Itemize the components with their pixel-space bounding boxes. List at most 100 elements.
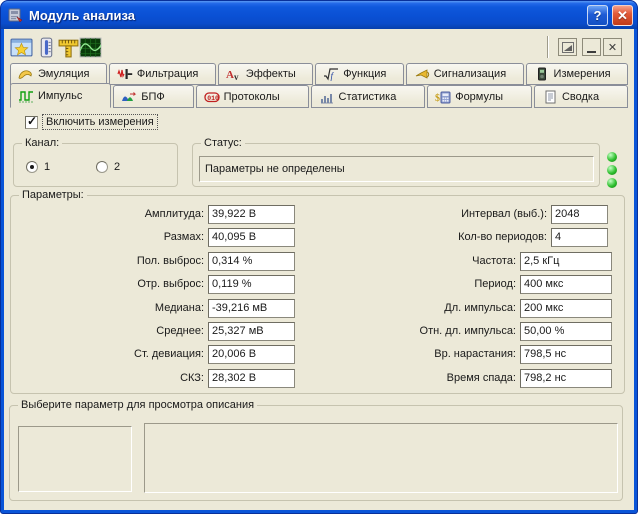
- param-label: Отн. дл. импульса:: [365, 325, 516, 337]
- tab-formulas[interactable]: $ Формулы: [427, 85, 532, 108]
- tab-measurements[interactable]: Измерения: [526, 63, 628, 85]
- description-group-title: Выберите параметр для просмотра описания: [18, 399, 257, 411]
- function-icon: f: [323, 67, 339, 81]
- svg-text:010: 010: [207, 95, 219, 102]
- param-label: Ст. девиация:: [15, 348, 204, 360]
- param-row-duty-cycle: Отн. дл. импульса: 50,00 %: [365, 321, 612, 341]
- param-value-field[interactable]: 4: [551, 228, 608, 247]
- tab-statistics[interactable]: Статистика: [311, 85, 426, 108]
- tab-signaling[interactable]: Сигнализация: [406, 63, 524, 85]
- param-row-interval: Интервал (выб.):2048: [365, 204, 608, 224]
- channel-group: Канал: 1 2: [13, 143, 178, 187]
- fft-icon: [121, 90, 137, 104]
- enable-measurements-checkbox[interactable]: ✓ Включить измерения: [25, 115, 157, 129]
- status-group: Статус: Параметры не определены: [192, 143, 600, 187]
- channel-2-radio[interactable]: 2: [96, 161, 120, 173]
- toolbar: ✕: [4, 29, 634, 62]
- svg-text:A: A: [226, 69, 234, 81]
- param-value-field[interactable]: 2,5 кГц: [520, 252, 612, 271]
- param-row-rms: СКЗ: 28,302 В: [15, 368, 295, 388]
- close-panel-button[interactable]: ✕: [603, 38, 622, 56]
- param-value-field[interactable]: 0,119 %: [208, 275, 295, 294]
- param-value-field[interactable]: 798,2 нс: [520, 369, 612, 388]
- description-group: Выберите параметр для просмотра описания: [9, 405, 623, 501]
- checkbox-label[interactable]: Включить измерения: [43, 115, 157, 129]
- minimize-button[interactable]: [582, 38, 601, 56]
- param-label: Дл. импульса:: [365, 302, 516, 314]
- close-button[interactable]: ✕: [612, 5, 633, 26]
- channel-1-radio[interactable]: 1: [26, 161, 50, 173]
- tab-label: Сигнализация: [434, 68, 506, 80]
- tab-summary[interactable]: Сводка: [534, 85, 628, 108]
- tab-strip: Эмуляция Фильтрация Av Эффекты f Функция…: [10, 63, 628, 108]
- oscilloscope-icon[interactable]: [79, 37, 102, 58]
- param-value-field[interactable]: 0,314 %: [208, 252, 295, 271]
- tab-row-1: Эмуляция Фильтрация Av Эффекты f Функция…: [10, 63, 628, 85]
- tab-effects[interactable]: Av Эффекты: [218, 63, 313, 85]
- titlebar[interactable]: Модуль анализа ? ✕: [1, 1, 637, 29]
- param-row-median: Медиана:-39,216 мВ: [15, 298, 295, 318]
- tab-filtration[interactable]: Фильтрация: [109, 63, 216, 85]
- filtration-icon: [117, 67, 133, 81]
- parameter-list-panel: [18, 426, 132, 492]
- radio-icon[interactable]: [96, 161, 108, 173]
- param-label: Частота:: [365, 255, 516, 267]
- param-row-period: Период: 400 мкс: [365, 274, 612, 294]
- param-row-pos-overshoot: Пол. выброс: 0,314 %: [15, 251, 295, 271]
- status-group-title: Статус:: [201, 137, 245, 149]
- analysis-module-window: Модуль анализа ? ✕ ✕: [0, 0, 638, 514]
- check-icon: ✓: [27, 114, 37, 128]
- param-value-field[interactable]: 20,006 В: [208, 345, 295, 364]
- tab-label: Эффекты: [246, 68, 296, 80]
- param-value-field[interactable]: 28,302 В: [208, 369, 295, 388]
- pulse-icon: [18, 89, 34, 103]
- param-value-field[interactable]: 400 мкс: [520, 275, 612, 294]
- param-value-field[interactable]: 50,00 %: [520, 322, 612, 341]
- parameters-group: Параметры: Амплитуда:39,922 В Размах:40,…: [10, 195, 625, 394]
- tab-emulation[interactable]: Эмуляция: [10, 63, 107, 85]
- signaling-icon: [414, 67, 430, 81]
- tab-fft[interactable]: БПФ: [113, 85, 193, 108]
- param-label: СКЗ:: [15, 372, 204, 384]
- radio-icon[interactable]: [26, 161, 38, 173]
- param-value-field[interactable]: 798,5 нс: [520, 345, 612, 364]
- param-label: Период:: [365, 278, 516, 290]
- param-label: Вр. нарастания:: [365, 348, 516, 360]
- svg-text:v: v: [234, 72, 239, 81]
- param-value-field[interactable]: 200 мкс: [520, 299, 612, 318]
- param-label: Время спада:: [365, 372, 516, 384]
- param-label: Среднее:: [15, 325, 204, 337]
- status-led-3: [607, 178, 617, 188]
- tab-label: Эмуляция: [38, 68, 90, 80]
- param-label: Пол. выброс:: [15, 255, 204, 267]
- param-row-frequency: Частота: 2,5 кГц: [365, 251, 612, 271]
- app-icon: [8, 7, 24, 23]
- client-area: ✕ Эмуляция Фильтрация Av Эффекты f: [4, 29, 634, 510]
- status-led-1: [607, 152, 617, 162]
- param-label: Отр. выброс:: [15, 278, 204, 290]
- statistics-icon: [319, 90, 335, 104]
- param-value-field[interactable]: 25,327 мВ: [208, 322, 295, 341]
- checkbox-box[interactable]: ✓: [25, 116, 38, 129]
- chart-button[interactable]: [558, 38, 577, 56]
- param-row-period-count: Кол-во периодов:4: [365, 227, 608, 247]
- param-value-field[interactable]: 39,922 В: [208, 205, 295, 224]
- param-row-std-deviation: Ст. девиация: 20,006 В: [15, 344, 295, 364]
- tab-impulse[interactable]: Импульс: [10, 83, 111, 108]
- param-value-field[interactable]: -39,216 мВ: [208, 299, 295, 318]
- param-value-field[interactable]: 40,095 В: [208, 228, 295, 247]
- emulation-icon: [18, 67, 34, 81]
- ruler-icon[interactable]: [57, 37, 80, 58]
- radio-label: 1: [44, 161, 50, 173]
- favorites-window-icon[interactable]: [10, 37, 33, 58]
- measurements-icon: [534, 67, 550, 81]
- tab-protocols[interactable]: 010 Протоколы: [196, 85, 309, 108]
- gauge-icon[interactable]: [35, 37, 58, 58]
- minimize-icon: [587, 51, 596, 53]
- param-value-field[interactable]: 2048: [551, 205, 608, 224]
- tab-function[interactable]: f Функция: [315, 63, 404, 85]
- tab-label: Протоколы: [224, 91, 280, 103]
- tab-label: Формулы: [455, 91, 503, 103]
- help-button[interactable]: ?: [587, 5, 608, 26]
- tab-label: Импульс: [38, 90, 82, 102]
